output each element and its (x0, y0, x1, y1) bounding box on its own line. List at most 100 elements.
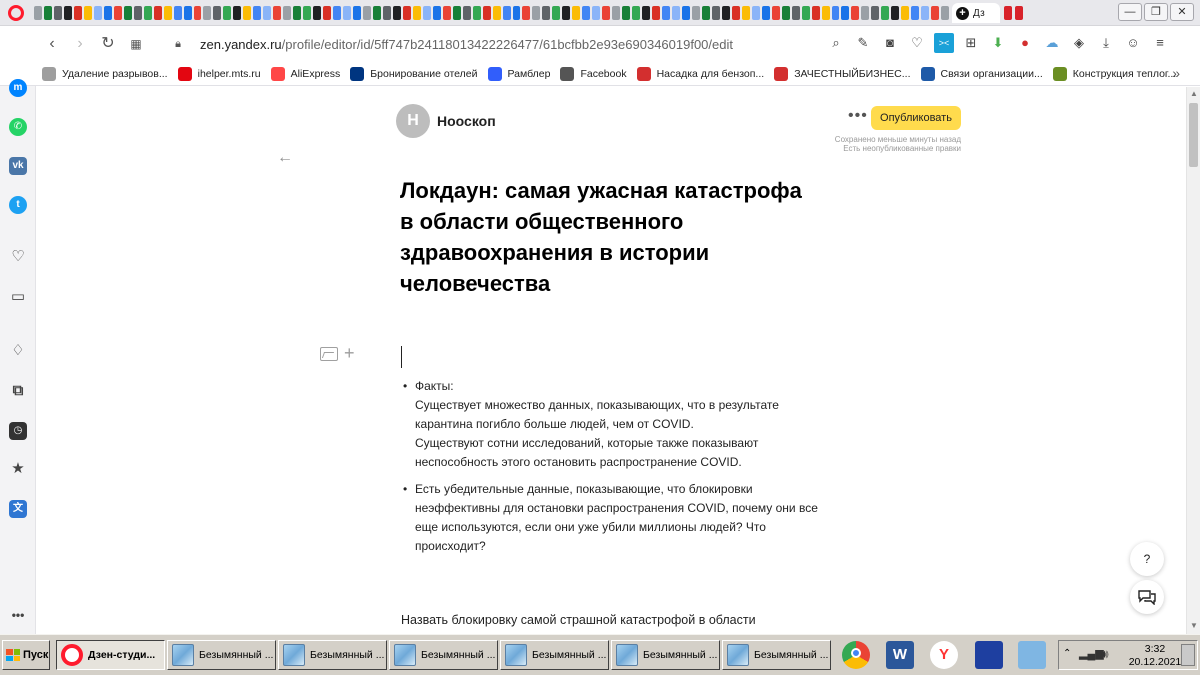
volume-icon[interactable]: 🔊︎ (1101, 647, 1109, 662)
bookmark-item[interactable]: Насадка для бензоп... (636, 66, 764, 81)
tab-favicon[interactable] (522, 6, 531, 20)
minimize-button[interactable]: — (1118, 3, 1142, 21)
bookmark-item[interactable]: AliExpress (270, 66, 340, 81)
clock-time[interactable]: 3:32 (1135, 643, 1175, 655)
tab-favicon[interactable] (931, 6, 940, 20)
tab-favicon[interactable] (143, 6, 152, 20)
edit-icon[interactable]: ✎ (853, 33, 873, 53)
tab-favicon[interactable] (602, 6, 611, 20)
tab-favicon[interactable] (681, 6, 690, 20)
active-tab[interactable]: + Дз (952, 3, 1000, 23)
lock-icon[interactable]: 🔒︎ (168, 34, 188, 54)
tab-favicon[interactable] (432, 6, 441, 20)
tray-expand-icon[interactable]: ⌃ (1063, 648, 1071, 659)
heart-icon[interactable]: ♡ (907, 33, 927, 53)
scroll-thumb[interactable] (1189, 103, 1198, 167)
bookmark-item[interactable]: Связи организации... (920, 66, 1043, 81)
more-options-icon[interactable]: ••• (848, 107, 868, 125)
bullet-list[interactable]: Факты: Существует множество данных, показ… (400, 377, 830, 564)
tab-favicon[interactable] (53, 6, 62, 20)
tab-favicon[interactable] (442, 6, 451, 20)
close-window-button[interactable]: ✕ (1170, 3, 1194, 21)
tab-favicon[interactable] (841, 6, 850, 20)
tab-favicon[interactable] (63, 6, 72, 20)
tab-favicon[interactable] (711, 6, 720, 20)
bookmark-item[interactable]: Конструкция теплог... (1052, 66, 1176, 81)
tab-favicon[interactable] (462, 6, 471, 20)
tab-favicon[interactable] (622, 6, 631, 20)
help-button[interactable]: ? (1130, 542, 1164, 576)
word-icon[interactable]: W (886, 641, 914, 669)
tab-favicon[interactable] (831, 6, 840, 20)
tab-favicon[interactable] (662, 6, 670, 20)
bookmark-item[interactable]: Facebook (560, 66, 627, 81)
tab-favicon[interactable] (492, 6, 501, 20)
tab-favicon[interactable] (532, 6, 541, 20)
show-desktop-button[interactable] (1181, 644, 1195, 666)
tab-favicon[interactable] (941, 6, 949, 20)
page-scrollbar[interactable]: ▲ ▼ (1186, 87, 1200, 634)
camera-icon[interactable]: ◙ (880, 33, 900, 53)
tab-favicon[interactable] (512, 6, 521, 20)
extension-icon[interactable]: >< (934, 33, 954, 53)
tab-favicon[interactable] (193, 6, 202, 20)
taskbar-task[interactable]: Безымянный ... (722, 640, 831, 670)
tab-favicon[interactable] (721, 6, 730, 20)
tab-favicon[interactable] (592, 6, 601, 20)
yandex-browser-icon[interactable]: Y (930, 641, 958, 669)
tab-favicon[interactable] (811, 6, 820, 20)
tab-favicon[interactable] (103, 6, 112, 20)
tab-favicon[interactable] (183, 6, 192, 20)
tab-favicon[interactable] (582, 6, 591, 20)
vk-icon[interactable]: vk (9, 157, 27, 175)
tab-favicon[interactable] (771, 6, 780, 20)
tab-favicon[interactable] (412, 6, 421, 20)
back-icon[interactable]: ‹ (42, 34, 62, 54)
tab-favicon[interactable] (791, 6, 800, 20)
extensions-icon[interactable]: ⧉ (9, 382, 27, 400)
restore-button[interactable]: ❐ (1144, 3, 1168, 21)
tab-favicon[interactable] (452, 6, 461, 20)
tab-favicon[interactable] (133, 6, 142, 20)
speed-dial-icon[interactable]: ▦ (126, 34, 146, 54)
channel-name[interactable]: Нооскоп (437, 113, 496, 129)
bookmarks-overflow-icon[interactable]: » (1172, 65, 1180, 81)
tv-icon[interactable]: ▭ (9, 288, 27, 306)
tab-favicon[interactable] (34, 6, 42, 20)
tab-favicon[interactable] (632, 6, 641, 20)
taskbar-task[interactable]: Безымянный ... (389, 640, 498, 670)
lightbulb-icon[interactable]: ♢ (9, 342, 27, 360)
tab-favicon[interactable] (751, 6, 760, 20)
network-icon[interactable]: ▂▄▆ (1079, 647, 1104, 660)
downloads-icon[interactable]: ⤓ (1096, 33, 1116, 53)
scroll-up-icon[interactable]: ▲ (1190, 89, 1198, 98)
tab-favicon[interactable] (223, 6, 232, 20)
tab-favicon[interactable] (502, 6, 511, 20)
tab-favicon[interactable] (731, 6, 740, 20)
whatsapp-icon[interactable]: ✆ (9, 118, 27, 136)
tab-favicon[interactable] (851, 6, 860, 20)
tab-favicon[interactable] (392, 6, 401, 20)
list-item[interactable]: Факты: Существует множество данных, показ… (400, 377, 830, 472)
taskbar-task[interactable]: Безымянный ... (500, 640, 609, 670)
account-icon[interactable]: ☺ (1123, 33, 1143, 53)
tab-favicon[interactable] (691, 6, 700, 20)
tab-favicons-tail[interactable] (1004, 6, 1023, 20)
cube-icon[interactable]: ◈ (1069, 33, 1089, 53)
taskbar-task[interactable]: Безымянный ... (278, 640, 387, 670)
tab-favicon[interactable] (642, 6, 651, 20)
paint-icon[interactable] (1018, 641, 1046, 669)
tab-favicon[interactable] (472, 6, 481, 20)
taskbar-task[interactable]: Безымянный ... (611, 640, 720, 670)
tab-favicon[interactable] (173, 6, 182, 20)
search-icon[interactable]: ⌕ (826, 33, 846, 53)
tab-favicon[interactable] (293, 6, 302, 20)
tab-favicon[interactable] (362, 6, 371, 20)
sidebar-more-icon[interactable]: ••• (9, 606, 27, 624)
bookmark-item[interactable]: Бронирование отелей (350, 66, 478, 81)
tab-favicon[interactable] (871, 6, 880, 20)
tab-favicon[interactable] (891, 6, 900, 20)
reload-icon[interactable]: ↻ (98, 34, 118, 54)
clock-icon[interactable]: ◷ (9, 422, 27, 440)
avatar[interactable]: Н (396, 104, 430, 138)
